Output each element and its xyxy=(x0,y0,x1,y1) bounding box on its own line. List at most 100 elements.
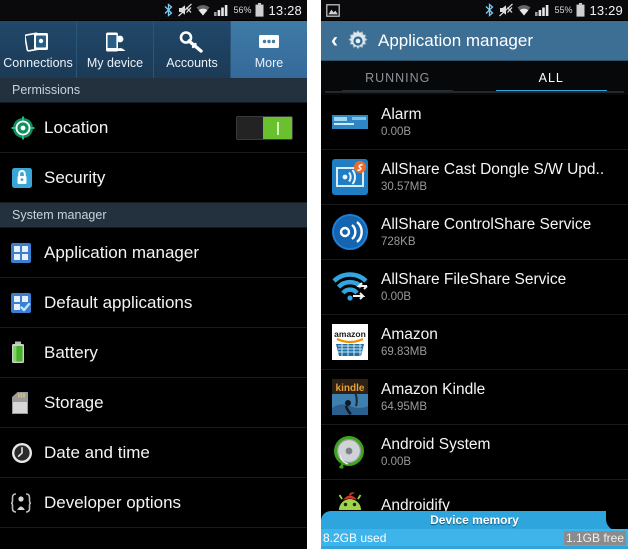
tab-my-device-label: My device xyxy=(86,55,144,70)
kindle-icon: kindle xyxy=(331,378,369,416)
settings-row-location[interactable]: Location xyxy=(0,103,307,153)
lock-shield-icon xyxy=(10,166,44,190)
left-phone-screen: 56% 13:28 Connections My device Accounts… xyxy=(0,0,307,549)
application-list[interactable]: Alarm 0.00B AllShare Cast Dongle S/W Upd… xyxy=(321,95,628,535)
app-size: 728KB xyxy=(381,236,416,248)
settings-row-default-applications-label: Default applications xyxy=(44,292,193,312)
app-name: AllShare FileShare Service xyxy=(381,271,567,288)
toggle-thumb-on xyxy=(263,116,292,139)
tab-connections[interactable]: Connections xyxy=(0,21,77,78)
app-name: AllShare ControlShare Service xyxy=(381,216,592,233)
app-name: Amazon Kindle xyxy=(381,381,486,398)
settings-row-developer-options-label: Developer options xyxy=(44,492,182,512)
battery-percent-label: 55% xyxy=(554,5,573,15)
settings-tab-bar: Connections My device Accounts More xyxy=(0,21,307,78)
tab-accounts-label: Accounts xyxy=(166,55,218,70)
settings-row-battery[interactable]: Battery xyxy=(0,328,307,378)
device-memory-title: Device memory xyxy=(430,513,519,527)
gear-icon xyxy=(346,29,370,53)
sdcard-icon xyxy=(10,391,44,415)
tab-all[interactable]: ALL xyxy=(475,61,628,95)
app-size: 0.00B xyxy=(381,456,412,468)
allshare-control-icon xyxy=(331,213,369,251)
clock-label: 13:29 xyxy=(589,2,623,18)
device-memory-bar: 8.2GB used 1.1GB free xyxy=(321,529,628,546)
left-status-bar: 56% 13:28 xyxy=(0,0,307,21)
panel-divider xyxy=(307,0,321,549)
settings-row-storage[interactable]: Storage xyxy=(0,378,307,428)
settings-row-application-manager-label: Application manager xyxy=(44,242,199,262)
settings-row-date-and-time-label: Date and time xyxy=(44,442,150,462)
settings-row-location-label: Location xyxy=(44,117,109,137)
settings-row-application-manager[interactable]: Application manager xyxy=(0,228,307,278)
settings-row-developer-options[interactable]: Developer options xyxy=(0,478,307,528)
location-crosshair-icon xyxy=(10,115,44,141)
device-memory-footer: Device memory 8.2GB used 1.1GB free xyxy=(321,511,628,549)
list-item[interactable]: amazon Amazon 69.83MB xyxy=(321,315,628,370)
battery-icon xyxy=(255,3,264,17)
list-item[interactable]: AllShare FileShare Service 0.00B xyxy=(321,260,628,315)
grid-check-icon xyxy=(10,292,44,314)
right-phone-screen: 55% 13:29 ‹ Application manager RUNNING … xyxy=(321,0,628,549)
settings-row-security[interactable]: Security xyxy=(0,153,307,203)
page-title: Application manager xyxy=(378,30,533,50)
svg-text:kindle: kindle xyxy=(336,383,365,394)
battery-percent-label: 56% xyxy=(233,5,252,15)
settings-row-date-and-time[interactable]: Date and time xyxy=(0,428,307,478)
android-system-icon xyxy=(331,433,369,471)
screenshot-pair: 56% 13:28 Connections My device Accounts… xyxy=(0,0,628,549)
tab-all-underline xyxy=(495,90,607,93)
accounts-key-icon xyxy=(179,30,205,54)
connections-icon xyxy=(25,30,51,54)
app-size: 30.57MB xyxy=(381,181,428,193)
app-title-bar: ‹ Application manager xyxy=(321,21,628,61)
list-item[interactable]: Alarm 0.00B xyxy=(321,95,628,150)
mute-icon xyxy=(178,3,193,17)
allshare-cast-icon xyxy=(331,158,369,196)
right-status-bar: 55% 13:29 xyxy=(321,0,628,21)
back-chevron-icon[interactable]: ‹ xyxy=(331,30,338,51)
clock-label: 13:28 xyxy=(268,2,302,18)
app-manager-tabs: RUNNING ALL xyxy=(321,61,628,95)
list-item[interactable]: kindle Amazon Kindle 64.95MB xyxy=(321,370,628,425)
alarm-icon xyxy=(331,103,369,141)
list-item[interactable]: AllShare ControlShare Service 728KB xyxy=(321,205,628,260)
allshare-fileshare-icon xyxy=(331,268,369,306)
tab-running-label: RUNNING xyxy=(365,71,431,85)
app-size: 0.00B xyxy=(381,126,412,138)
bluetooth-icon xyxy=(484,3,495,17)
toggle-track-off xyxy=(237,116,264,139)
developer-icon xyxy=(10,492,44,514)
tab-accounts[interactable]: Accounts xyxy=(154,21,231,78)
tab-running-underline xyxy=(342,90,454,93)
memory-free-label: 1.1GB free xyxy=(563,530,626,545)
wifi-icon xyxy=(196,4,210,17)
settings-row-security-label: Security xyxy=(44,167,106,187)
signal-icon xyxy=(214,4,229,16)
bluetooth-icon xyxy=(163,3,174,17)
section-permissions: Permissions xyxy=(0,78,307,103)
app-name: AllShare Cast Dongle S/W Upd.. xyxy=(381,161,605,178)
battery-icon xyxy=(576,3,585,17)
tab-all-label: ALL xyxy=(538,71,564,85)
location-toggle[interactable] xyxy=(236,115,293,140)
list-item[interactable]: AllShare Cast Dongle S/W Upd.. 30.57MB xyxy=(321,150,628,205)
list-item[interactable]: Android System 0.00B xyxy=(321,425,628,480)
settings-row-default-applications[interactable]: Default applications xyxy=(0,278,307,328)
amazon-icon: amazon xyxy=(331,323,369,361)
more-dots-icon xyxy=(256,30,282,54)
screenshot-icon xyxy=(326,3,340,17)
tab-more-label: More xyxy=(254,55,284,70)
section-permissions-label: Permissions xyxy=(12,83,81,97)
tab-running[interactable]: RUNNING xyxy=(321,61,475,95)
my-device-icon xyxy=(102,30,128,54)
tab-more[interactable]: More xyxy=(231,21,307,78)
tab-my-device[interactable]: My device xyxy=(77,21,154,78)
settings-row-storage-label: Storage xyxy=(44,392,104,412)
settings-row-battery-label: Battery xyxy=(44,342,98,362)
app-name: Amazon xyxy=(381,326,438,343)
wifi-icon xyxy=(517,4,531,17)
svg-text:amazon: amazon xyxy=(334,329,366,339)
grid-apps-icon xyxy=(10,242,44,264)
section-system-manager: System manager xyxy=(0,203,307,228)
